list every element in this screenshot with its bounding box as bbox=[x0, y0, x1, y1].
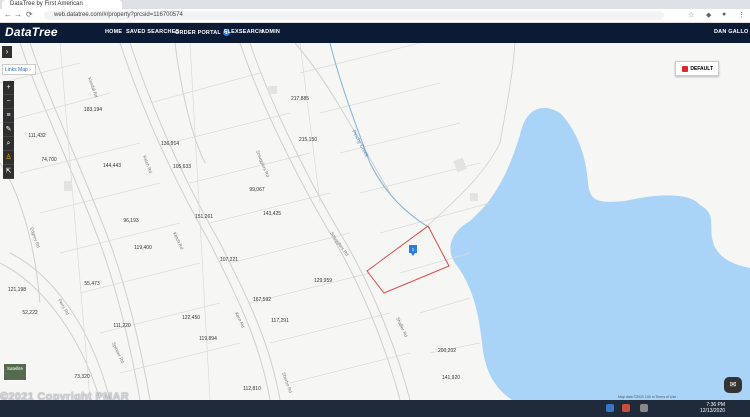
links-map-button[interactable]: Links Map › bbox=[2, 64, 36, 75]
draw-icon[interactable]: ✎ bbox=[3, 123, 14, 137]
nav-admin[interactable]: ADMIN bbox=[261, 29, 280, 35]
parcel-label: 119,894 bbox=[199, 336, 217, 342]
parcel-label: 144,443 bbox=[103, 163, 121, 169]
creek-line bbox=[329, 43, 431, 229]
browser-toolbar: ← → ⟳ web.datatree.com/#/property?prcsid… bbox=[0, 9, 750, 23]
parcel-label: 121,198 bbox=[8, 287, 26, 293]
map-attribution: Map data ©2020 100 m Terms of Use bbox=[618, 395, 677, 399]
user-menu[interactable]: DAN GALLO ♟ bbox=[714, 29, 750, 35]
links-map-label: Links Map bbox=[5, 67, 28, 73]
share-icon[interactable]: ⇱ bbox=[3, 165, 14, 179]
profile-icon[interactable]: ● bbox=[722, 11, 726, 18]
parcel-label: 217,885 bbox=[291, 96, 309, 102]
chat-icon[interactable]: ✉ bbox=[724, 377, 742, 393]
app-navbar: DataTree HOME SAVED SEARCHES ORDER PORTA… bbox=[0, 23, 750, 43]
property-pin-icon: 1 bbox=[409, 245, 417, 256]
parcel-label: 99,067 bbox=[249, 187, 265, 193]
browser-tab[interactable]: DataTree by First American bbox=[2, 0, 122, 9]
road-label: Ketch Rd bbox=[172, 231, 185, 250]
parcel-label: 200,202 bbox=[438, 348, 456, 354]
zoom-out-icon[interactable]: − bbox=[3, 95, 14, 109]
os-taskbar: 7:36 PM 12/13/2020 bbox=[0, 400, 750, 417]
parcel-label: 129,959 bbox=[314, 278, 332, 284]
parcel-label: 107,221 bbox=[220, 257, 238, 263]
parcel-label: 215,150 bbox=[299, 137, 317, 143]
nav-home[interactable]: HOME bbox=[105, 29, 122, 35]
road-label: Spinner Rd bbox=[111, 341, 125, 364]
road-label: Shaffer Rd bbox=[395, 316, 409, 338]
browser-tabstrip: DataTree by First American bbox=[0, 0, 750, 9]
parcel-label: 105,633 bbox=[173, 164, 191, 170]
road-label: Smugglers Rd bbox=[255, 150, 271, 179]
map-toolbar: + − ≡ ✎ ⌕ ♙ ⇱ bbox=[3, 81, 14, 179]
reload-icon[interactable]: ⟳ bbox=[26, 10, 33, 19]
nav-flexsearch[interactable]: FLEXSEARCH bbox=[224, 29, 263, 35]
user-name: DAN GALLO bbox=[714, 29, 749, 35]
star-icon[interactable]: ☆ bbox=[688, 11, 694, 19]
sidebar-toggle-button[interactable]: › bbox=[2, 46, 12, 58]
default-label: DEFAULT bbox=[690, 66, 713, 72]
extension-icon[interactable]: ◆ bbox=[706, 11, 711, 19]
back-icon[interactable]: ← bbox=[4, 10, 12, 19]
default-layer-button[interactable]: DEFAULT bbox=[675, 61, 719, 76]
parcel-label: 111,432 bbox=[28, 133, 46, 139]
parcel-label: 119,400 bbox=[134, 245, 152, 251]
property-map[interactable]: 183,194 217,885 111,432 136,914 215,150 … bbox=[0, 43, 750, 400]
nav-order-portal[interactable]: ORDER PORTAL 1 bbox=[175, 29, 230, 36]
chevron-right-icon: › bbox=[5, 47, 9, 56]
parcel-label: 117,291 bbox=[271, 318, 289, 324]
parcel-label: 112,810 bbox=[243, 386, 261, 392]
nav-order-portal-label: ORDER PORTAL bbox=[175, 29, 221, 36]
creek-label: Pinchy Creek bbox=[350, 129, 369, 159]
parcel-label: 122,450 bbox=[182, 315, 200, 321]
selected-parcel bbox=[366, 225, 450, 294]
satellite-label: Satellite bbox=[6, 366, 23, 371]
parcel-label: 55,473 bbox=[84, 281, 100, 287]
app-icon[interactable] bbox=[622, 404, 630, 412]
zoom-in-icon[interactable]: + bbox=[3, 81, 14, 95]
road-label: Kendal Rd bbox=[87, 77, 99, 99]
datatree-logo[interactable]: DataTree bbox=[5, 25, 58, 39]
map-canvas: 183,194 217,885 111,432 136,914 215,150 … bbox=[0, 43, 750, 400]
forward-icon[interactable]: → bbox=[14, 10, 22, 19]
copyright-watermark: ©2021 Copyright PMAR bbox=[0, 391, 130, 400]
parcel-label: 74,700 bbox=[41, 157, 57, 163]
nav-saved-searches[interactable]: SAVED SEARCHES bbox=[126, 29, 179, 35]
parcel-label: 167,592 bbox=[253, 297, 271, 303]
parcel-label: 183,194 bbox=[84, 107, 102, 113]
menu-icon[interactable]: ⋮ bbox=[738, 11, 745, 19]
road-label: Edgrey Rd bbox=[29, 227, 41, 249]
flag-icon bbox=[682, 66, 688, 72]
road-label: Ketch Rd bbox=[142, 155, 153, 175]
parcel-label: 141,920 bbox=[442, 375, 460, 381]
weather-icon[interactable] bbox=[606, 404, 614, 412]
parcel-label: 136,914 bbox=[161, 141, 179, 147]
parcel-label: 143,425 bbox=[263, 211, 281, 217]
street-view-icon[interactable]: ♙ bbox=[3, 151, 14, 165]
parcel-label: 96,193 bbox=[123, 218, 139, 224]
measure-icon[interactable]: ⌕ bbox=[3, 137, 14, 151]
parcel-label: 111,220 bbox=[113, 323, 131, 329]
clock[interactable]: 7:36 PM 12/13/2020 bbox=[700, 402, 725, 414]
satellite-toggle-button[interactable]: Satellite bbox=[3, 363, 27, 381]
parcel-label: 52,222 bbox=[22, 310, 38, 316]
system-tray-icon[interactable] bbox=[640, 404, 648, 412]
parcel-label: 151,261 bbox=[195, 214, 213, 220]
parcel-label: 73,320 bbox=[74, 374, 90, 380]
address-bar[interactable]: web.datatree.com/#/property?prcsid=11670… bbox=[44, 11, 664, 20]
layers-icon[interactable]: ≡ bbox=[3, 109, 14, 123]
clock-date: 12/13/2020 bbox=[700, 408, 726, 414]
